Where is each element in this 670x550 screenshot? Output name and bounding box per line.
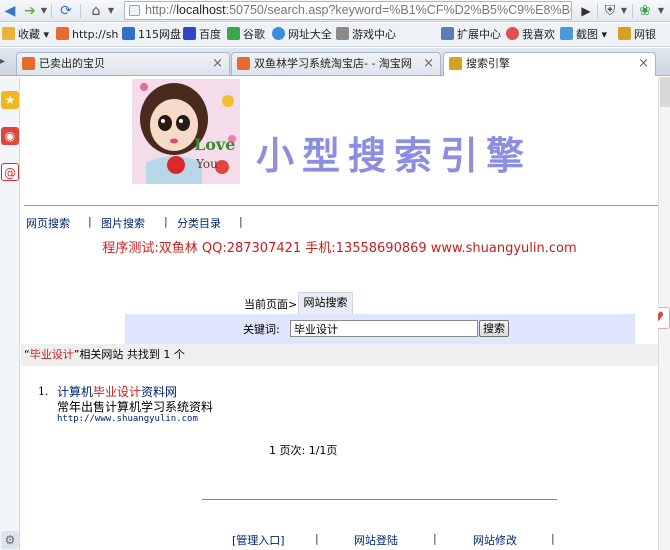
footer-separator: |	[315, 532, 319, 545]
tab-search-engine[interactable]: 搜索引擎 ×	[443, 52, 656, 76]
contact-info: 程序测试:双鱼林 QQ:287307421 手机:13558690869 www…	[102, 241, 577, 256]
footer-separator: |	[551, 532, 555, 545]
login-link[interactable]: 网站登陆	[354, 532, 398, 548]
site-icon	[122, 27, 135, 40]
favorite-item[interactable]: 游戏中心	[336, 27, 396, 43]
paw-icon	[183, 27, 196, 40]
result-summary: “毕业设计”相关网站 共找到 1 个	[21, 344, 658, 366]
page-icon	[129, 5, 140, 16]
site-icon	[227, 27, 240, 40]
nav-separator: |	[164, 215, 168, 228]
extension-icon[interactable]: ❀	[636, 2, 654, 20]
extension-dropdown-icon[interactable]: ▼	[655, 2, 667, 20]
favorite-item[interactable]: 谷歌	[227, 27, 265, 43]
keyword-input[interactable]	[290, 320, 478, 337]
search-button[interactable]: 搜索	[479, 320, 509, 337]
email-icon[interactable]: @	[1, 163, 19, 181]
header-divider	[24, 205, 658, 206]
close-icon[interactable]: ×	[212, 53, 223, 74]
site-icon	[272, 27, 285, 40]
heart-icon	[506, 27, 519, 40]
scrollbar-thumb[interactable]	[660, 77, 670, 107]
favorite-item[interactable]: 网银	[618, 27, 656, 43]
star-icon[interactable]: ★	[1, 91, 19, 109]
close-icon[interactable]: ×	[423, 53, 434, 74]
favorites-bar: 收藏 ▾ http://sh 115网盘 百度 谷歌 网址大全 游戏中心 扩展中…	[0, 23, 670, 47]
browser-sidebar: ★ ◉ @ ⚙	[0, 77, 20, 550]
search-form: 关键词: 搜索	[125, 314, 635, 344]
tab-menu-icon[interactable]: ▸	[0, 56, 12, 67]
refresh-icon[interactable]: ⟳	[56, 2, 76, 20]
back-arrow-icon[interactable]: ◀	[2, 2, 18, 20]
result-url[interactable]: http://www.shuangyulin.com	[57, 414, 198, 424]
toolbar-divider	[51, 4, 52, 18]
go-arrow-icon[interactable]: ▶	[578, 2, 594, 20]
breadcrumb-current: 网站搜索	[298, 292, 353, 314]
footer-divider	[202, 499, 557, 500]
scissors-icon	[560, 27, 573, 40]
footer-separator: |	[433, 532, 437, 545]
logo-doll-image: Love You	[132, 79, 240, 184]
nav-separator: |	[88, 215, 92, 228]
nav-separator: |	[239, 215, 243, 228]
bank-icon	[618, 27, 631, 40]
weibo-icon[interactable]: ◉	[1, 127, 19, 145]
toolbar-divider	[597, 4, 598, 18]
address-toolbar: ◀ ➔ ▼ ⟳ ⌂ ▼ http://localhost:50750/searc…	[0, 0, 670, 22]
home-icon[interactable]: ⌂	[86, 2, 106, 20]
star-icon	[2, 27, 15, 40]
url-bar[interactable]: http://localhost:50750/search.asp?keywor…	[124, 1, 572, 20]
site-title: 小型搜索引擎	[256, 133, 533, 178]
nav-web-search[interactable]: 网页搜索	[26, 215, 70, 231]
site-icon	[56, 27, 69, 40]
toolbar-divider	[80, 4, 81, 18]
shield-icon[interactable]: ⛨	[601, 2, 619, 20]
url-text[interactable]: http://localhost:50750/search.asp?keywor…	[145, 3, 571, 17]
favorite-item[interactable]: 我喜欢	[506, 27, 555, 43]
history-dropdown-icon[interactable]: ▼	[40, 2, 48, 20]
taobao-icon	[237, 57, 250, 70]
gamepad-icon	[336, 27, 349, 40]
favorite-item[interactable]: 扩展中心	[441, 27, 501, 43]
settings-icon[interactable]: ⚙	[1, 531, 19, 549]
favorite-item[interactable]: 115网盘	[122, 27, 181, 43]
home-dropdown-icon[interactable]: ▼	[106, 2, 116, 20]
pagination-info: 1 页次: 1/1页	[269, 444, 338, 457]
logo-love-text: Love	[194, 135, 236, 154]
toolbar-divider	[632, 4, 633, 18]
favorite-item[interactable]: 百度	[183, 27, 221, 43]
favorites-menu[interactable]: 收藏 ▾	[2, 27, 49, 43]
tab-taobao-store[interactable]: 双鱼林学习系统淘宝店- - 淘宝网 ×	[231, 52, 441, 75]
page-icon	[449, 57, 462, 70]
taobao-icon	[22, 57, 35, 70]
puzzle-icon	[441, 27, 454, 40]
favorite-item[interactable]: 截图 ▾	[560, 27, 607, 43]
forward-arrow-icon[interactable]: ➔	[22, 2, 38, 20]
logo-you-text: You	[196, 157, 218, 171]
shield-dropdown-icon[interactable]: ▼	[619, 2, 629, 20]
keyword-label: 关键词:	[243, 323, 280, 336]
result-description: 常年出售计算机学习系统资料	[57, 400, 214, 414]
favorite-item[interactable]: 网址大全	[272, 27, 332, 43]
doll-illustration	[132, 79, 240, 184]
page-content: Love You 小型搜索引擎 网页搜索 | 图片搜索 | 分类目录 | 程序测…	[21, 77, 658, 550]
result-number: 1.	[38, 385, 49, 398]
nav-image-search[interactable]: 图片搜索	[101, 215, 145, 231]
close-icon[interactable]: ×	[638, 53, 649, 74]
admin-link[interactable]: [管理入口]	[232, 532, 285, 548]
summary-text: ”相关网站 共找到 1 个	[73, 348, 185, 361]
nav-category[interactable]: 分类目录	[177, 215, 221, 231]
tab-sold-items[interactable]: 已卖出的宝贝 ×	[16, 52, 230, 75]
favorite-item[interactable]: http://sh	[56, 27, 118, 43]
tab-bar: ▸ 已卖出的宝贝 × 双鱼林学习系统淘宝店- - 淘宝网 × 搜索引擎 ×	[0, 48, 670, 76]
modify-link[interactable]: 网站修改	[473, 532, 517, 548]
summary-keyword: 毕业设计	[29, 348, 74, 361]
